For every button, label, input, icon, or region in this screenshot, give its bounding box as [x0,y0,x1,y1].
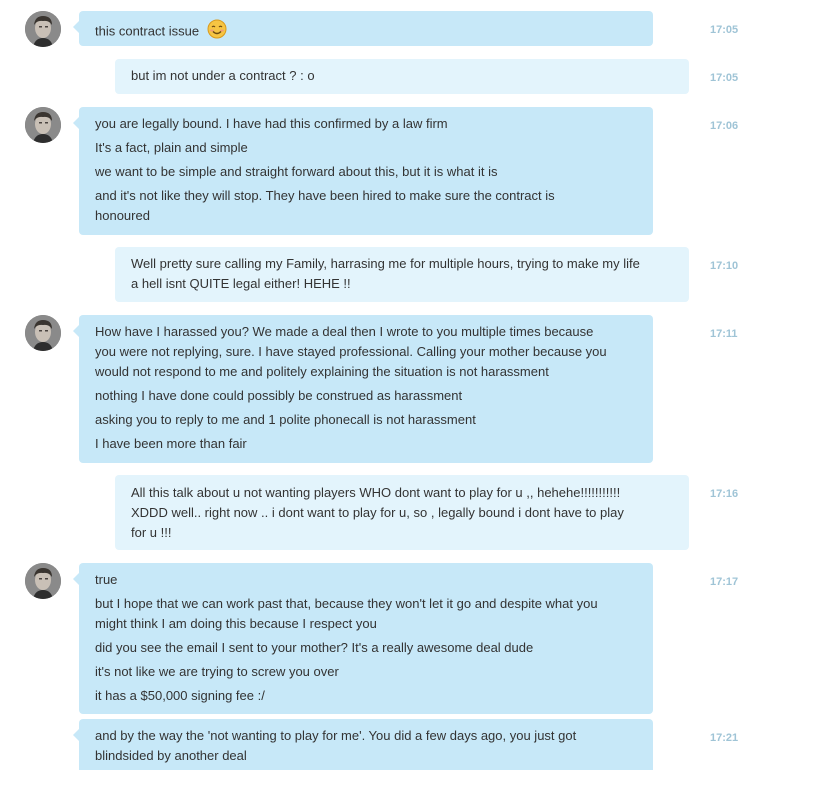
message-line: you are legally bound. I have had this c… [95,116,448,131]
message-line: nothing I have done could possibly be co… [95,388,463,403]
message-line: this contract issue [95,23,200,39]
outgoing-message: Well pretty sure calling my Family, harr… [115,247,689,302]
incoming-message: this contract issue [73,11,653,46]
message-line: it has a $50,000 signing fee :/ [95,688,265,703]
message-line: but I hope that we can work past that, b… [95,596,598,611]
viewport-bottom-edge [0,770,818,796]
message-line: but im not under a contract ? : o [131,68,315,83]
message-timestamp: 17:05 [710,72,739,84]
message-line: we want to be simple and straight forwar… [95,164,498,179]
message-line: might think I am doing this because I re… [95,616,377,631]
smiling-blush-emoji-icon [207,19,227,45]
message-line: you were not replying, sure. I have stay… [95,344,607,359]
contact-avatar[interactable] [25,563,61,599]
incoming-message: you are legally bound. I have had this c… [73,107,653,235]
message-timestamp: 17:21 [710,732,739,744]
message-line: true [95,572,118,587]
outgoing-message: All this talk about u not wanting player… [115,475,689,550]
message-line: and it's not like they will stop. They h… [95,188,555,203]
message-line: for u !!! [131,525,172,540]
message-line: it's not like we are trying to screw you… [95,664,339,679]
message-timestamp: 17:05 [710,24,739,36]
message-line: would not respond to me and politely exp… [95,364,549,379]
message-line: XDDD well.. right now .. i dont want to … [131,505,624,520]
message-line: a hell isnt QUITE legal either! HEHE !! [131,276,351,291]
message-line: All this talk about u not wanting player… [131,485,621,500]
incoming-message: true but I hope that we can work past th… [73,563,653,714]
message-timestamp: 17:06 [710,120,739,132]
message-timestamp: 17:10 [710,260,739,272]
message-timestamp: 17:16 [710,488,739,500]
message-line: How have I harassed you? We made a deal … [95,324,594,339]
message-timestamp: 17:11 [710,328,738,340]
message-timestamp: 17:17 [710,576,739,588]
incoming-message: How have I harassed you? We made a deal … [73,315,653,463]
outgoing-message: but im not under a contract ? : o [115,59,689,94]
message-line: did you see the email I sent to your mot… [95,640,534,655]
message-line: blindsided by another deal [95,748,247,763]
message-line: I have been more than fair [95,436,247,451]
message-line: Well pretty sure calling my Family, harr… [131,256,640,271]
contact-avatar[interactable] [25,107,61,143]
message-line: It's a fact, plain and simple [95,140,248,155]
contact-avatar[interactable] [25,315,61,351]
contact-avatar[interactable] [25,11,61,47]
message-line: asking you to reply to me and 1 polite p… [95,412,476,427]
message-line: and by the way the 'not wanting to play … [95,728,577,743]
message-line: honoured [95,208,150,223]
